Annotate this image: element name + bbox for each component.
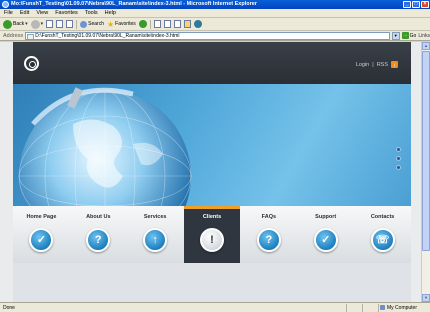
nav-item-services[interactable]: Services ↑ <box>127 206 184 263</box>
page-viewport: Login | RSS ) Home Page ✓ About Us ? Ser… <box>0 42 421 302</box>
menu-help[interactable]: Help <box>105 10 116 16</box>
scroll-thumb[interactable] <box>422 51 430 251</box>
exclamation-icon: ! <box>200 228 224 252</box>
menu-favorites[interactable]: Favorites <box>55 10 78 16</box>
window-titlebar: Mo:\FunshT_Testing\01.09.07\Nebra\90L_Ra… <box>0 0 430 9</box>
nav-label: Services <box>143 214 167 220</box>
menu-tools[interactable]: Tools <box>85 10 98 16</box>
status-bar: Done My Computer <box>0 302 430 312</box>
header-separator: | <box>372 61 374 68</box>
address-label: Address <box>3 32 24 39</box>
home-icon[interactable] <box>66 20 74 28</box>
nav-label: Home Page <box>26 214 57 220</box>
go-button[interactable]: → Go <box>401 32 417 39</box>
hero-banner <box>13 84 411 206</box>
nav-item-support[interactable]: Support ✓ <box>297 206 354 263</box>
mail-icon[interactable] <box>153 20 161 28</box>
banner-pagination <box>396 147 401 170</box>
nav-label: Support <box>315 214 337 220</box>
website-page: Login | RSS ) Home Page ✓ About Us ? Ser… <box>13 42 411 302</box>
window-controls: _ □ × <box>403 1 429 8</box>
address-input[interactable]: D:\FunshT_Testing\01.09.07\Nebra\90L_Ran… <box>25 31 390 40</box>
back-arrow-icon <box>3 19 12 29</box>
back-label: Back <box>13 21 25 27</box>
question-icon: ? <box>86 228 111 252</box>
phone-icon: ☏ <box>370 228 395 252</box>
status-cell <box>346 303 362 312</box>
nav-item-clients[interactable]: Clients ! <box>183 206 241 263</box>
menu-file[interactable]: File <box>4 10 13 16</box>
refresh-icon[interactable] <box>56 20 64 28</box>
favorites-button[interactable]: ★ Favorites <box>107 20 136 29</box>
nav-item-about-us[interactable]: About Us ? <box>70 206 127 263</box>
menu-bar: File Edit View Favorites Tools Help <box>0 9 430 18</box>
minimize-button[interactable]: _ <box>403 1 411 8</box>
menu-view[interactable]: View <box>36 10 48 16</box>
site-logo[interactable] <box>24 56 39 71</box>
login-link[interactable]: Login <box>356 62 369 68</box>
scroll-up-icon[interactable]: ▲ <box>422 42 430 50</box>
browser-toolbar: Back ▾ ▾ Search ★ Favorites <box>0 18 430 31</box>
back-button[interactable]: Back ▾ <box>3 19 28 29</box>
checkmark-icon: ✓ <box>29 228 54 252</box>
menu-edit[interactable]: Edit <box>20 10 29 16</box>
nav-label: FAQs <box>261 214 277 220</box>
go-label: Go <box>409 32 417 39</box>
stop-icon[interactable] <box>46 20 54 28</box>
internet-explorer-icon <box>2 1 9 8</box>
nav-item-faqs[interactable]: FAQs ? <box>240 206 297 263</box>
media-icon[interactable] <box>138 20 147 28</box>
toolbar-separator <box>149 19 151 29</box>
toolbar-separator <box>76 19 78 29</box>
address-dropdown-icon[interactable]: ▼ <box>391 31 400 40</box>
main-navigation: Home Page ✓ About Us ? Services ↑ Client… <box>13 206 411 263</box>
forward-button[interactable]: ▾ <box>30 19 44 29</box>
nav-item-home-page[interactable]: Home Page ✓ <box>13 206 70 263</box>
favorites-label: Favorites <box>115 21 136 27</box>
chevron-down-icon: ▾ <box>40 21 44 27</box>
page-content <box>13 263 411 302</box>
checkmark-icon: ✓ <box>313 228 338 252</box>
security-zone: My Computer <box>378 303 430 312</box>
forward-arrow-icon <box>30 19 40 29</box>
arrow-up-icon: ↑ <box>143 228 168 252</box>
print-icon[interactable] <box>163 20 171 28</box>
nav-label: Contacts <box>370 214 395 220</box>
edit-icon[interactable] <box>173 20 181 28</box>
header-links: Login | RSS ) <box>356 61 398 68</box>
search-icon <box>80 20 88 28</box>
slide-dot-1[interactable] <box>396 147 401 152</box>
nav-label: About Us <box>86 214 111 220</box>
window-title: Mo:\FunshT_Testing\01.09.07\Nebra\90L_Ra… <box>11 1 257 7</box>
messenger-icon[interactable] <box>193 20 202 28</box>
status-text: Done <box>3 304 15 311</box>
globe-illustration <box>18 87 192 206</box>
search-button[interactable]: Search <box>80 20 104 28</box>
rss-link[interactable]: RSS <box>377 62 388 68</box>
scroll-down-icon[interactable]: ▼ <box>422 294 430 302</box>
maximize-button[interactable]: □ <box>412 1 420 8</box>
vertical-scrollbar[interactable]: ▲ ▼ <box>421 42 430 302</box>
chevron-down-icon: ▾ <box>25 21 28 27</box>
rss-icon[interactable]: ) <box>391 61 398 68</box>
slide-dot-2[interactable] <box>396 156 401 161</box>
nav-label: Clients <box>202 214 222 220</box>
slide-dot-3[interactable] <box>396 165 401 170</box>
go-arrow-icon: → <box>401 32 409 39</box>
star-icon: ★ <box>107 19 115 29</box>
links-button[interactable]: Links <box>418 33 430 39</box>
site-header: Login | RSS ) <box>13 42 411 84</box>
address-bar: Address D:\FunshT_Testing\01.09.07\Nebra… <box>0 31 430 41</box>
nav-item-contacts[interactable]: Contacts ☏ <box>354 206 411 263</box>
folder-icon[interactable] <box>183 20 191 28</box>
close-button[interactable]: × <box>421 1 429 8</box>
question-icon: ? <box>256 228 281 252</box>
search-label: Search <box>88 21 104 27</box>
status-cell <box>362 303 378 312</box>
